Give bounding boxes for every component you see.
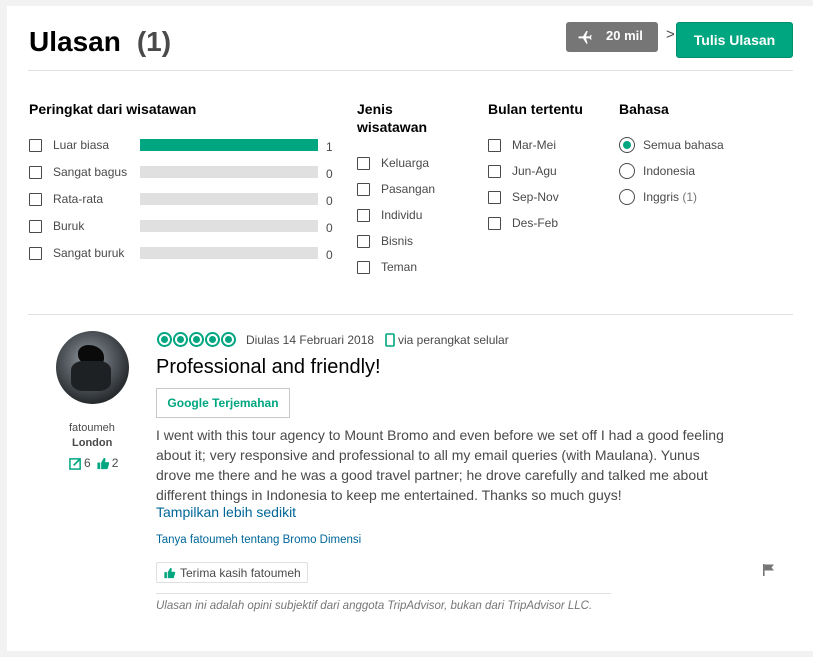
rating-count: 0 bbox=[326, 194, 333, 208]
rating-bubble bbox=[157, 332, 172, 347]
review-date: Diulas 14 Februari 2018 bbox=[246, 333, 375, 347]
rating-checkbox-excellent[interactable] bbox=[29, 139, 42, 152]
rating-bubble bbox=[221, 332, 236, 347]
language-label: Inggris bbox=[643, 190, 680, 204]
rating-label: Sangat bagus bbox=[53, 165, 128, 179]
language-label: Semua bahasa bbox=[643, 138, 724, 152]
language-count: (1) bbox=[682, 190, 698, 204]
traveler-label: Individu bbox=[381, 208, 423, 222]
language-label: Indonesia bbox=[643, 164, 696, 178]
traveler-type-heading: Jenis wisatawan bbox=[357, 100, 427, 136]
rating-bubble bbox=[173, 332, 188, 347]
page-title: Ulasan (1) bbox=[29, 26, 171, 58]
rating-bar bbox=[140, 139, 318, 151]
month-label: Jun-Agu bbox=[512, 164, 557, 178]
distance-text: 20 mil bbox=[606, 28, 643, 43]
month-label: Mar-Mei bbox=[512, 138, 556, 152]
month-checkbox-mar-may[interactable] bbox=[488, 139, 501, 152]
rating-bar bbox=[140, 166, 318, 178]
rating-checkbox-terrible[interactable] bbox=[29, 247, 42, 260]
disclaimer-text: Ulasan ini adalah opini subjektif dari a… bbox=[156, 600, 593, 612]
review-count: (1) bbox=[136, 26, 172, 57]
rating-bar bbox=[140, 247, 318, 259]
review-text: I went with this tour agency to Mount Br… bbox=[156, 425, 736, 505]
rating-bar-fill bbox=[140, 139, 318, 151]
thank-label: Terima kasih fatoumeh bbox=[180, 565, 301, 580]
rating-checkbox-poor[interactable] bbox=[29, 220, 42, 233]
distance-badge[interactable]: 20 mil bbox=[566, 22, 658, 52]
month-checkbox-dec-feb[interactable] bbox=[488, 217, 501, 230]
reviewer-name[interactable]: fatoumeh bbox=[69, 422, 115, 434]
ask-reviewer-link[interactable]: Tanya fatoumeh tentang Bromo Dimensi bbox=[156, 534, 361, 546]
rating-filter-heading: Peringkat dari wisatawan bbox=[29, 101, 197, 117]
language-radio-all[interactable] bbox=[619, 137, 635, 153]
google-translate-button[interactable]: Google Terjemahan bbox=[156, 388, 290, 418]
month-filter-heading: Bulan tertentu bbox=[488, 101, 583, 117]
chevron-right-icon: > bbox=[666, 26, 675, 43]
rating-count: 0 bbox=[326, 221, 333, 235]
traveler-checkbox-couple[interactable] bbox=[357, 183, 370, 196]
heading-line: Jenis bbox=[357, 101, 393, 117]
month-label: Des-Feb bbox=[512, 216, 559, 230]
heading-line: wisatawan bbox=[357, 119, 428, 135]
rating-label: Luar biasa bbox=[53, 138, 110, 152]
review-title[interactable]: Professional and friendly! bbox=[156, 356, 381, 379]
thank-reviewer-button[interactable]: Terima kasih fatoumeh bbox=[156, 562, 308, 583]
write-review-button[interactable]: Tulis Ulasan bbox=[676, 22, 793, 58]
rating-bubble bbox=[189, 332, 204, 347]
traveler-label: Teman bbox=[381, 260, 418, 274]
month-checkbox-sep-nov[interactable] bbox=[488, 191, 501, 204]
rating-label: Rata-rata bbox=[53, 192, 104, 206]
rating-bubble bbox=[205, 332, 220, 347]
divider bbox=[156, 593, 611, 594]
traveler-label: Bisnis bbox=[381, 234, 414, 248]
language-radio-indonesia[interactable] bbox=[619, 163, 635, 179]
avatar-shape bbox=[71, 361, 111, 391]
language-filter-heading: Bahasa bbox=[619, 101, 669, 117]
rating-count: 0 bbox=[326, 167, 333, 181]
contributions-count: 6 bbox=[84, 456, 91, 470]
reviews-card: Ulasan (1) 20 mil > Tulis Ulasan Peringka… bbox=[7, 6, 813, 651]
review-count-icon bbox=[69, 457, 81, 470]
mobile-device-icon bbox=[385, 333, 395, 347]
rating-count: 0 bbox=[326, 248, 333, 262]
title-text: Ulasan bbox=[29, 26, 121, 57]
review-device: via perangkat selular bbox=[398, 333, 509, 347]
thumbs-up-icon bbox=[164, 567, 176, 578]
rating-count: 1 bbox=[326, 140, 333, 154]
show-less-link[interactable]: Tampilkan lebih sedikit bbox=[156, 504, 296, 520]
month-checkbox-jun-aug[interactable] bbox=[488, 165, 501, 178]
rating-label: Sangat buruk bbox=[53, 246, 125, 260]
rating-label: Buruk bbox=[53, 219, 85, 233]
traveler-checkbox-friends[interactable] bbox=[357, 261, 370, 274]
helpful-votes-count: 2 bbox=[111, 456, 119, 470]
reviewer-stats: 6 2 bbox=[69, 456, 118, 470]
traveler-checkbox-business[interactable] bbox=[357, 235, 370, 248]
traveler-checkbox-family[interactable] bbox=[357, 157, 370, 170]
traveler-label: Pasangan bbox=[381, 182, 436, 196]
traveler-label: Keluarga bbox=[381, 156, 430, 170]
airplane-icon bbox=[578, 31, 592, 44]
rating-bar bbox=[140, 220, 318, 232]
rating-checkbox-very-good[interactable] bbox=[29, 166, 42, 179]
flag-icon[interactable] bbox=[762, 563, 775, 577]
language-radio-english[interactable] bbox=[619, 189, 635, 205]
rating-bar bbox=[140, 193, 318, 205]
reviewer-location: London bbox=[72, 437, 113, 449]
traveler-checkbox-solo[interactable] bbox=[357, 209, 370, 222]
month-label: Sep-Nov bbox=[512, 190, 559, 204]
avatar[interactable] bbox=[56, 331, 129, 404]
rating-checkbox-average[interactable] bbox=[29, 193, 42, 206]
divider bbox=[28, 314, 793, 315]
rating-bubbles bbox=[157, 332, 236, 347]
review-body: I went with this tour agency to Mount Br… bbox=[156, 427, 724, 503]
language-label-english: Inggris (1) bbox=[643, 190, 697, 204]
thumbs-up-icon bbox=[97, 457, 109, 469]
divider bbox=[28, 70, 793, 71]
